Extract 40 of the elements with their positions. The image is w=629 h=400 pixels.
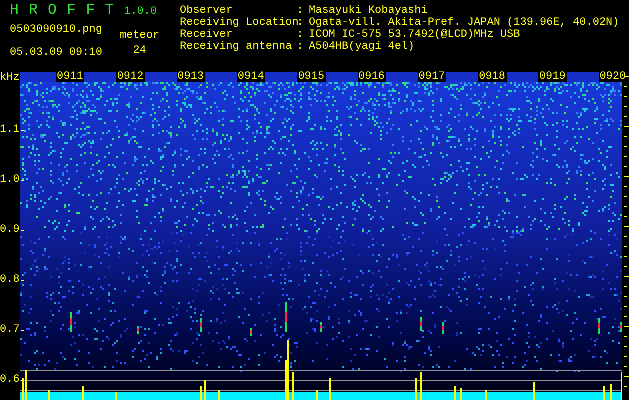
time-label: 0919	[538, 72, 567, 82]
meteor-label: meteor	[120, 30, 160, 42]
separator: :	[297, 5, 305, 17]
date-time: 05.03.09 09:10	[10, 47, 104, 59]
station-value: Ogata-vill. Akita-Pref. JAPAN (139.96E, 40.02N)	[309, 17, 620, 29]
time-label: 0915	[297, 72, 326, 82]
app-title-letter: F	[67, 3, 76, 18]
file-name: 0503090910.png	[10, 24, 104, 36]
time-label: 0914	[236, 72, 266, 82]
app-title-letter: R	[29, 3, 38, 18]
app-title-letter: H	[10, 3, 20, 18]
station-label: Receiving antenna	[180, 41, 294, 53]
frequency-label: 0.9	[0, 224, 20, 236]
frequency-label: 0.6	[0, 374, 20, 386]
station-label: Receiver	[180, 29, 234, 41]
station-value: A504HB(yagi 4el)	[309, 41, 415, 53]
time-label: 0920	[598, 72, 628, 82]
frequency-label: 1.0	[0, 174, 20, 186]
unit-label: kHz	[0, 72, 20, 84]
app-version: 1.0.0	[124, 6, 158, 18]
station-label: Receiving Location	[180, 17, 297, 29]
frequency-label: 0.8	[0, 274, 20, 286]
frequency-label: 1.1	[0, 124, 20, 136]
separator: :	[297, 41, 305, 53]
time-label: 0912	[116, 72, 145, 82]
station-value: Masayuki Kobayashi	[309, 5, 428, 17]
time-label: 0911	[56, 72, 84, 82]
station-value: ICOM IC-575 53.7492(@LCD)MHz USB	[309, 29, 520, 41]
frequency-label: 0.7	[0, 324, 20, 336]
app-title-letter: T	[105, 3, 114, 18]
app-title-letter: O	[48, 3, 58, 18]
time-label: 0916	[358, 72, 386, 82]
separator: :	[297, 29, 305, 41]
time-label: 0917	[418, 72, 446, 82]
station-label: Observer	[180, 5, 234, 17]
time-label: 0918	[478, 72, 506, 82]
time-label: 0913	[176, 72, 205, 82]
meteor-count: 24	[133, 45, 146, 57]
separator: :	[297, 17, 305, 29]
app-title-letter: F	[86, 3, 96, 18]
